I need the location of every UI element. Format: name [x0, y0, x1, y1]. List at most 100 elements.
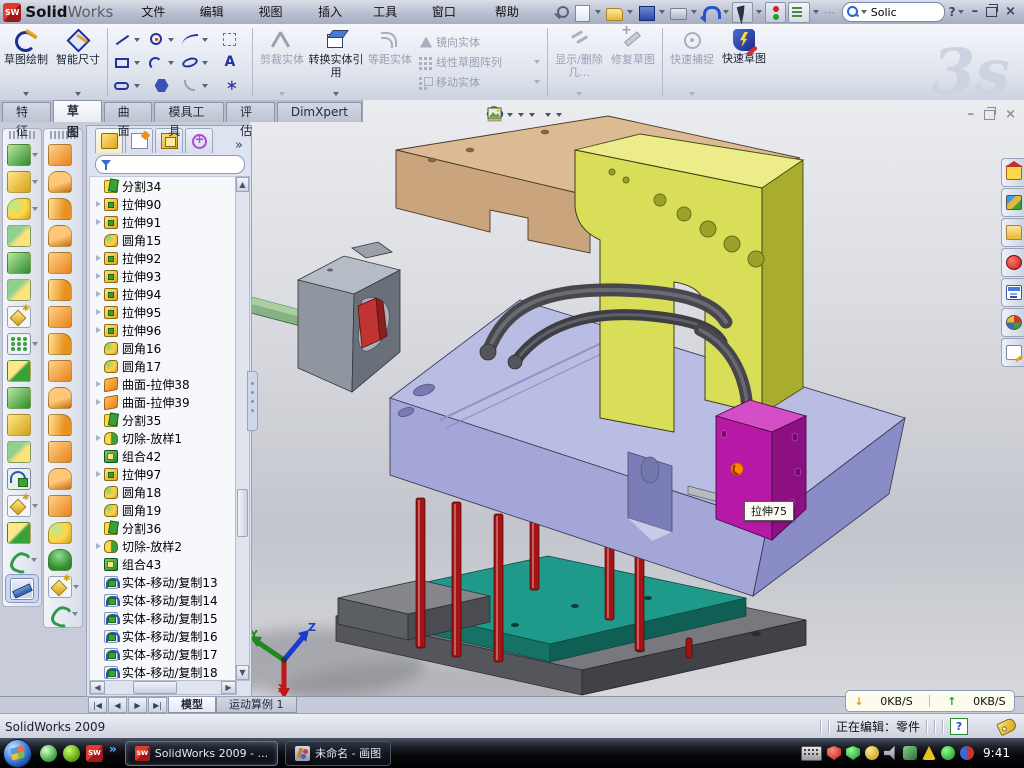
- scroll-up-icon[interactable]: ▲: [236, 177, 249, 192]
- expand-arrow-icon[interactable]: [94, 380, 103, 389]
- scroll-left-icon[interactable]: ◀: [90, 681, 105, 694]
- curve-through-points-icon[interactable]: [8, 550, 30, 570]
- expand-arrow-icon[interactable]: [94, 272, 103, 281]
- imported-geometry-icon[interactable]: [7, 522, 31, 544]
- knit-surface-icon[interactable]: [48, 495, 72, 517]
- extruded-cut-icon[interactable]: [7, 171, 31, 193]
- offset-entities-button[interactable]: 等距实体: [364, 24, 416, 100]
- spline-icon[interactable]: [182, 32, 199, 47]
- tab-nav-button[interactable]: ▶|: [148, 697, 167, 713]
- toolbar-overflow-icon[interactable]: ⋯: [821, 6, 838, 19]
- linear-sketch-pattern-button[interactable]: 线性草图阵列: [416, 52, 544, 72]
- ruled-surface-icon[interactable]: [48, 387, 72, 409]
- hide-show-items-icon[interactable]: [528, 105, 536, 125]
- ribbon-tab[interactable]: 评估: [226, 102, 275, 122]
- tree-item[interactable]: 曲面-拉伸38: [90, 375, 236, 393]
- repair-sketch-button[interactable]: 修复草图: [607, 24, 659, 100]
- custom-properties-tab[interactable]: [1001, 338, 1024, 367]
- display-style-icon[interactable]: [517, 105, 525, 125]
- boundary-surface-icon[interactable]: [48, 252, 72, 274]
- draft-icon[interactable]: [7, 279, 31, 301]
- mirror-entities-button[interactable]: 镜向实体: [416, 32, 544, 52]
- tray-warning-icon[interactable]: [922, 746, 936, 760]
- panel-splitter-handle[interactable]: [247, 371, 258, 431]
- tree-item[interactable]: 拉伸97: [90, 465, 236, 483]
- tray-shield-icon[interactable]: [846, 746, 860, 760]
- menu-item[interactable]: 插入(I): [308, 2, 363, 22]
- taskbar-solidworks-button[interactable]: SW SolidWorks 2009 - ...: [125, 741, 278, 766]
- tab-nav-button[interactable]: |◀: [88, 697, 107, 713]
- tree-horizontal-scrollbar[interactable]: ◀ ▶: [89, 680, 237, 695]
- ellipse-icon[interactable]: [182, 55, 199, 70]
- search-input[interactable]: [869, 5, 925, 20]
- tab-nav-button[interactable]: ◀: [108, 697, 127, 713]
- tree-item[interactable]: 拉伸92: [90, 249, 236, 267]
- convert-entities-button[interactable]: 转换实体引用: [308, 24, 364, 100]
- ribbon-tab[interactable]: DimXpert: [277, 102, 362, 122]
- app-minimize-button[interactable]: –: [972, 5, 979, 19]
- sketch-text-icon[interactable]: [222, 55, 239, 70]
- edit-appearance-icon[interactable]: [539, 105, 541, 125]
- tree-item[interactable]: 拉伸96: [90, 321, 236, 339]
- hscroll-thumb[interactable]: [133, 681, 177, 694]
- display-delete-relations-button[interactable]: 显示/删除几...: [551, 24, 607, 100]
- combine-icon[interactable]: [7, 441, 31, 463]
- view-settings-icon[interactable]: [555, 105, 563, 125]
- expand-arrow-icon[interactable]: [94, 200, 103, 209]
- untrim-surface-icon[interactable]: [48, 468, 72, 490]
- line-icon[interactable]: [114, 32, 131, 47]
- measure-icon[interactable]: [10, 578, 34, 600]
- rapid-sketch-button[interactable]: 快速草图: [718, 24, 770, 100]
- scroll-thumb[interactable]: [237, 489, 248, 537]
- graphics-area[interactable]: – × 拉伸75 Y Z X: [250, 100, 1024, 696]
- tree-item[interactable]: 实体-移动/复制13: [90, 573, 236, 591]
- tree-item[interactable]: 圆角19: [90, 501, 236, 519]
- circle-icon[interactable]: [148, 32, 165, 47]
- tree-item[interactable]: 切除-放样2: [90, 537, 236, 555]
- tree-item[interactable]: 拉伸93: [90, 267, 236, 285]
- open-dropdown[interactable]: [627, 10, 633, 14]
- tree-item[interactable]: 圆角17: [90, 357, 236, 375]
- select-dropdown[interactable]: [756, 10, 762, 14]
- tree-item[interactable]: 圆角18: [90, 483, 236, 501]
- dimxpert-manager-tab[interactable]: [185, 128, 213, 153]
- slot-icon[interactable]: [114, 78, 131, 93]
- quick-launch-solidworks-icon[interactable]: SW: [86, 745, 103, 762]
- expand-arrow-icon[interactable]: [94, 254, 103, 263]
- design-library-tab[interactable]: [1001, 188, 1024, 217]
- expand-arrow-icon[interactable]: [94, 308, 103, 317]
- tree-item[interactable]: 圆角16: [90, 339, 236, 357]
- tray-badge-icon[interactable]: [865, 746, 879, 760]
- point-icon[interactable]: [222, 78, 239, 93]
- model-tab[interactable]: 模型: [168, 697, 216, 713]
- tree-item[interactable]: 实体-移动/复制15: [90, 609, 236, 627]
- tree-item[interactable]: 圆角15: [90, 231, 236, 249]
- polygon-icon[interactable]: [154, 78, 171, 93]
- expand-arrow-icon[interactable]: [94, 290, 103, 299]
- tree-item[interactable]: 拉伸95: [90, 303, 236, 321]
- extruded-surface-icon[interactable]: [48, 144, 72, 166]
- delete-body-icon[interactable]: [7, 495, 31, 517]
- doc-minimize-button[interactable]: –: [968, 108, 975, 121]
- move-entities-button[interactable]: 移动实体: [416, 72, 544, 92]
- sketch-picture-icon[interactable]: [222, 32, 239, 47]
- undo-button[interactable]: [700, 3, 719, 22]
- tray-update-icon[interactable]: [941, 746, 955, 760]
- expand-arrow-icon[interactable]: [94, 542, 103, 551]
- new-dropdown[interactable]: [595, 10, 601, 14]
- apply-scene-icon[interactable]: [544, 105, 552, 125]
- quick-snaps-button[interactable]: 快速捕捉: [666, 24, 718, 100]
- print-button[interactable]: [668, 3, 688, 22]
- tree-item[interactable]: 实体-移动/复制14: [90, 591, 236, 609]
- delete-hole-icon[interactable]: [48, 414, 72, 436]
- pushpin-icon[interactable]: [551, 3, 570, 22]
- quick-launch-app-icon[interactable]: [63, 745, 80, 762]
- menu-item[interactable]: 视图(V): [249, 2, 309, 22]
- view-orientation-icon[interactable]: [506, 105, 514, 125]
- help-dropdown[interactable]: [958, 10, 964, 14]
- tray-antivirus-icon[interactable]: [827, 746, 841, 760]
- tree-item[interactable]: 实体-移动/复制16: [90, 627, 236, 645]
- trim-entities-button[interactable]: 剪裁实体: [256, 24, 308, 100]
- tree-item[interactable]: 组合43: [90, 555, 236, 573]
- expand-arrow-icon[interactable]: [94, 326, 103, 335]
